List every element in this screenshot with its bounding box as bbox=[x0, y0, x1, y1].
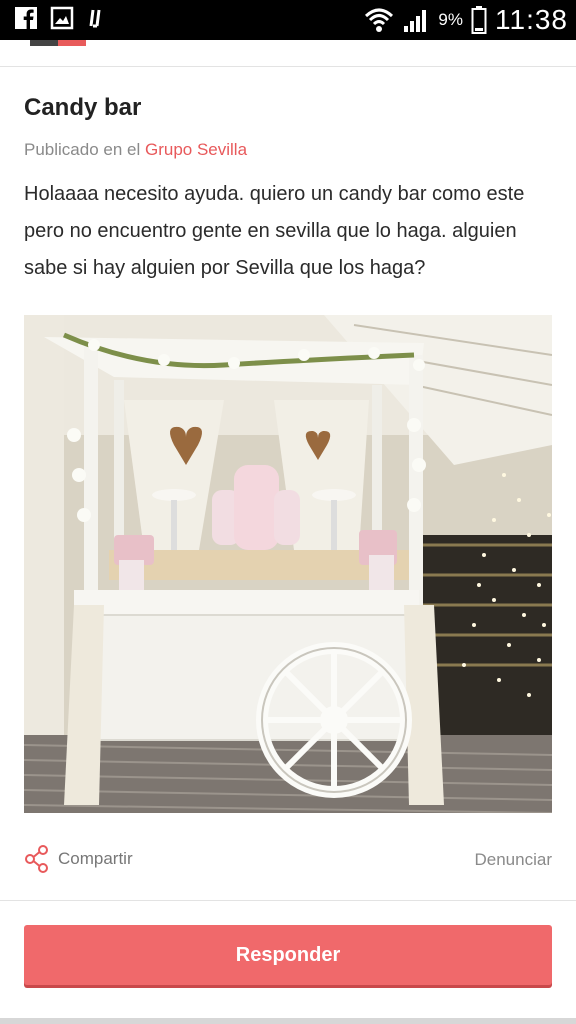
clock: 11:38 bbox=[495, 4, 568, 35]
status-bar-right: 9% 11:38 bbox=[364, 4, 568, 36]
post-title: Candy bar bbox=[24, 94, 142, 121]
signal-icon bbox=[404, 10, 427, 32]
status-bar: 9% 11:38 bbox=[0, 0, 576, 40]
previous-item-strip bbox=[0, 40, 576, 67]
post-actions: Compartir Denunciar bbox=[24, 840, 552, 880]
post-body: Holaaaa necesito ayuda. quiero un candy … bbox=[24, 183, 525, 279]
share-label: Compartir bbox=[58, 849, 133, 868]
facebook-icon bbox=[15, 7, 37, 30]
post-card: Candy bar Publicado en el Grupo Sevilla … bbox=[0, 40, 576, 1018]
status-bar-left bbox=[14, 6, 110, 30]
published-line: Publicado en el Grupo Sevilla bbox=[24, 140, 247, 160]
battery-percent: 9% bbox=[438, 10, 463, 29]
previous-item-edge bbox=[30, 40, 86, 46]
group-link[interactable]: Grupo Sevilla bbox=[145, 140, 247, 159]
battery-icon bbox=[471, 6, 487, 34]
gallery-icon bbox=[50, 6, 74, 30]
reply-button[interactable]: Responder bbox=[24, 925, 552, 985]
share-icon bbox=[25, 845, 48, 873]
app-icon bbox=[89, 9, 101, 28]
share-button[interactable]: Compartir bbox=[24, 844, 133, 874]
bottom-edge bbox=[0, 1018, 576, 1024]
divider bbox=[0, 900, 576, 901]
report-link[interactable]: Denunciar bbox=[475, 850, 553, 870]
published-prefix: Publicado en el bbox=[24, 140, 145, 159]
post-image[interactable] bbox=[24, 315, 552, 813]
wifi-icon bbox=[365, 8, 394, 32]
